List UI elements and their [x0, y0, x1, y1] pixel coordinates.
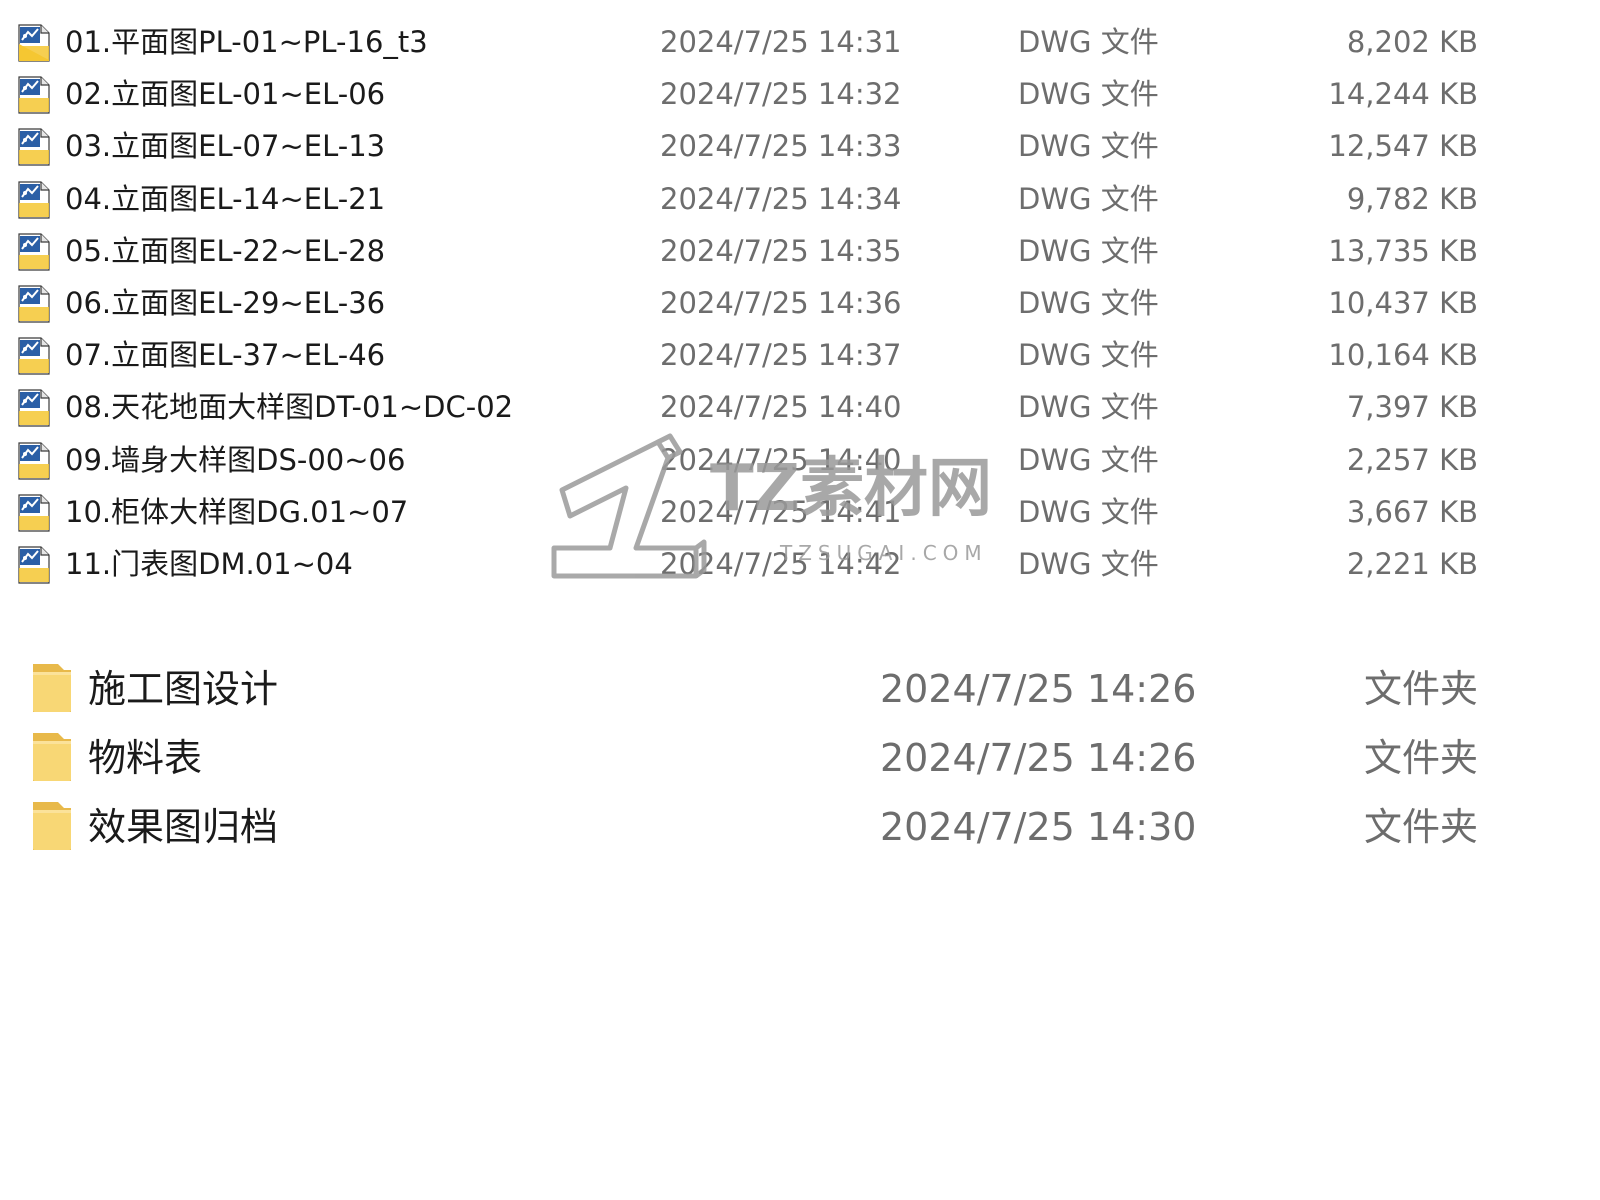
dwg-file-icon — [17, 441, 51, 480]
folder-type: 文件夹 — [1363, 805, 1478, 849]
file-type: DWG 文件 — [1018, 546, 1159, 581]
file-name: 11.门表图DM.01~04 — [65, 546, 353, 581]
folder-list: 施工图设计 2024/7/25 14:26 文件夹 物料表 2024/7/25 … — [0, 656, 1600, 863]
file-size: 10,437 KB — [1328, 285, 1478, 320]
file-type: DWG 文件 — [1018, 25, 1159, 59]
file-type: DWG 文件 — [1018, 233, 1159, 268]
folder-row[interactable]: 物料表 2024/7/25 14:26 文件夹 — [0, 725, 1600, 794]
dwg-file-icon — [17, 285, 51, 323]
file-size: 14,244 KB — [1328, 77, 1478, 112]
file-date: 2024/7/25 14:41 — [660, 494, 902, 529]
folder-icon — [30, 729, 74, 785]
file-row[interactable]: 11.门表图DM.01~04 2024/7/25 14:42 DWG 文件 2,… — [0, 538, 1600, 590]
file-date: 2024/7/25 14:35 — [660, 233, 902, 268]
file-date: 2024/7/25 14:34 — [660, 181, 902, 216]
folder-date: 2024/7/25 14:26 — [880, 736, 1197, 780]
file-date: 2024/7/25 14:42 — [660, 546, 902, 581]
file-date: 2024/7/25 14:32 — [660, 77, 902, 112]
file-size: 12,547 KB — [1328, 129, 1478, 164]
file-date: 2024/7/25 14:33 — [660, 129, 902, 164]
file-size: 2,257 KB — [1346, 442, 1478, 477]
file-type: DWG 文件 — [1018, 181, 1159, 216]
file-size: 2,221 KB — [1346, 546, 1478, 581]
file-row[interactable]: 04.立面图EL-14~EL-21 2024/7/25 14:34 DWG 文件… — [0, 173, 1600, 225]
file-row[interactable]: 08.天花地面大样图DT-01~DC-02 2024/7/25 14:40 DW… — [0, 381, 1600, 433]
file-size: 7,397 KB — [1346, 390, 1478, 425]
folder-name: 效果图归档 — [88, 805, 279, 849]
file-row[interactable]: 10.柜体大样图DG.01~07 2024/7/25 14:41 DWG 文件 … — [0, 486, 1600, 538]
dwg-file-icon — [17, 233, 51, 271]
dwg-file-icon — [17, 494, 51, 532]
folder-type: 文件夹 — [1363, 667, 1478, 711]
dwg-file-icon — [17, 180, 51, 219]
file-row[interactable]: 02.立面图EL-01~EL-06 2024/7/25 14:32 DWG 文件… — [0, 68, 1600, 120]
dwg-file-icon — [17, 389, 51, 427]
folder-name: 施工图设计 — [88, 667, 279, 711]
file-date: 2024/7/25 14:37 — [660, 338, 902, 373]
file-date: 2024/7/25 14:40 — [660, 442, 902, 477]
file-date: 2024/7/25 14:40 — [660, 390, 902, 425]
file-name: 08.天花地面大样图DT-01~DC-02 — [65, 390, 514, 425]
file-name: 09.墙身大样图DS-00~06 — [65, 442, 406, 477]
file-size: 13,735 KB — [1328, 233, 1478, 268]
folder-type: 文件夹 — [1363, 736, 1478, 780]
file-size: 3,667 KB — [1346, 494, 1478, 529]
folder-icon — [30, 798, 74, 854]
file-type: DWG 文件 — [1018, 338, 1159, 373]
file-date: 2024/7/25 14:36 — [660, 285, 902, 320]
dwg-file-icon — [17, 128, 51, 166]
file-size: 9,782 KB — [1346, 181, 1478, 216]
file-type: DWG 文件 — [1018, 129, 1159, 164]
file-name: 07.立面图EL-37~EL-46 — [65, 338, 386, 373]
dwg-file-icon — [17, 337, 51, 375]
file-type: DWG 文件 — [1018, 285, 1159, 320]
file-type: DWG 文件 — [1018, 494, 1159, 529]
dwg-file-list: 01.平面图PL-01~PL-16_t3 2024/7/25 14:31 DWG… — [0, 16, 1600, 590]
file-row[interactable]: 09.墙身大样图DS-00~06 2024/7/25 14:40 DWG 文件 … — [0, 434, 1600, 486]
folder-date: 2024/7/25 14:26 — [880, 667, 1197, 711]
file-name: 06.立面图EL-29~EL-36 — [65, 285, 386, 320]
file-name: 01.平面图PL-01~PL-16_t3 — [65, 25, 428, 59]
folder-name: 物料表 — [88, 736, 203, 780]
file-row[interactable]: 03.立面图EL-07~EL-13 2024/7/25 14:33 DWG 文件… — [0, 120, 1600, 172]
dwg-file-icon — [17, 546, 51, 584]
dwg-file-icon — [17, 24, 51, 62]
file-size: 10,164 KB — [1328, 338, 1478, 373]
file-name: 02.立面图EL-01~EL-06 — [65, 77, 386, 112]
folder-row[interactable]: 效果图归档 2024/7/25 14:30 文件夹 — [0, 794, 1600, 863]
folder-row[interactable]: 施工图设计 2024/7/25 14:26 文件夹 — [0, 656, 1600, 725]
file-row[interactable]: 07.立面图EL-37~EL-46 2024/7/25 14:37 DWG 文件… — [0, 329, 1600, 381]
file-type: DWG 文件 — [1018, 77, 1159, 112]
file-row[interactable]: 05.立面图EL-22~EL-28 2024/7/25 14:35 DWG 文件… — [0, 225, 1600, 277]
file-name: 10.柜体大样图DG.01~07 — [65, 494, 409, 529]
file-name: 03.立面图EL-07~EL-13 — [65, 129, 386, 164]
file-row[interactable]: 06.立面图EL-29~EL-36 2024/7/25 14:36 DWG 文件… — [0, 277, 1600, 329]
file-size: 8,202 KB — [1346, 25, 1478, 59]
dwg-file-icon — [17, 76, 51, 114]
folder-icon — [30, 660, 74, 716]
file-name: 05.立面图EL-22~EL-28 — [65, 233, 386, 268]
file-date: 2024/7/25 14:31 — [660, 25, 902, 59]
file-type: DWG 文件 — [1018, 390, 1159, 425]
file-type: DWG 文件 — [1018, 442, 1159, 477]
file-row[interactable]: 01.平面图PL-01~PL-16_t3 2024/7/25 14:31 DWG… — [0, 16, 1600, 68]
file-name: 04.立面图EL-14~EL-21 — [65, 181, 386, 216]
folder-date: 2024/7/25 14:30 — [880, 805, 1197, 849]
